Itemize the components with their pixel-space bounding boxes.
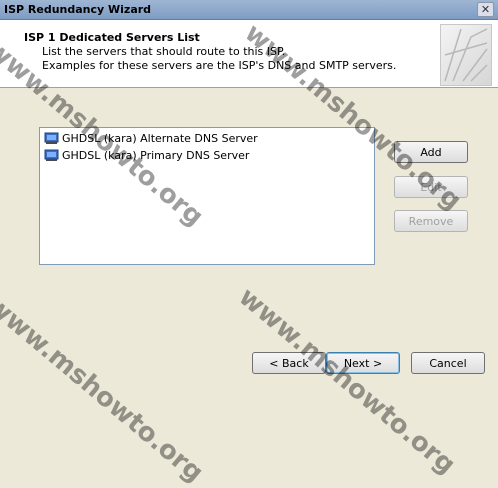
server-icon bbox=[44, 149, 59, 162]
cancel-button[interactable]: Cancel bbox=[411, 352, 485, 374]
list-item[interactable]: GHDSL (kara) Primary DNS Server bbox=[44, 147, 249, 163]
list-item[interactable]: GHDSL (kara) Alternate DNS Server bbox=[44, 130, 258, 146]
back-button[interactable]: < Back bbox=[252, 352, 326, 374]
server-label: GHDSL (kara) Primary DNS Server bbox=[62, 148, 250, 162]
server-icon bbox=[44, 132, 59, 145]
servers-listbox[interactable]: GHDSL (kara) Alternate DNS Server GHDSL … bbox=[39, 127, 375, 265]
next-button[interactable]: Next > bbox=[326, 352, 400, 374]
close-icon: ✕ bbox=[480, 3, 491, 16]
page-description-line2: Examples for these servers are the ISP's… bbox=[42, 59, 397, 72]
server-label: GHDSL (kara) Alternate DNS Server bbox=[62, 131, 258, 145]
remove-button[interactable]: Remove bbox=[394, 210, 468, 232]
window-title: ISP Redundancy Wizard bbox=[4, 3, 152, 16]
page-title: ISP 1 Dedicated Servers List bbox=[24, 31, 200, 44]
wizard-logo-icon bbox=[440, 24, 492, 86]
page-description-line1: List the servers that should route to th… bbox=[42, 45, 286, 58]
title-bar: ISP Redundancy Wizard ✕ bbox=[0, 0, 498, 20]
wizard-content: GHDSL (kara) Alternate DNS Server GHDSL … bbox=[0, 88, 498, 386]
close-button[interactable]: ✕ bbox=[477, 2, 494, 17]
wizard-header: ISP 1 Dedicated Servers List List the se… bbox=[0, 20, 498, 88]
add-button[interactable]: Add bbox=[394, 141, 468, 163]
edit-button[interactable]: Edit bbox=[394, 176, 468, 198]
